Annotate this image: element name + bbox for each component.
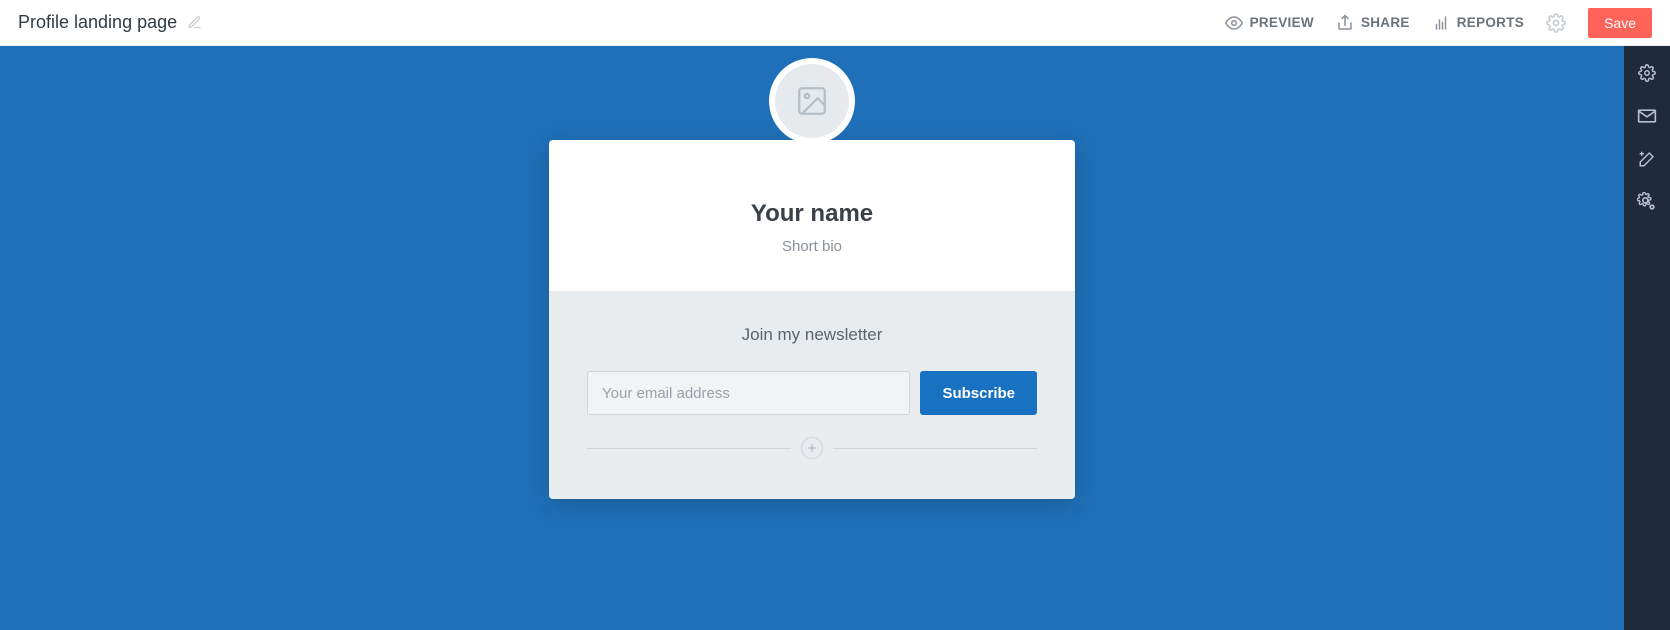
rail-mail-button[interactable] <box>1637 106 1657 126</box>
card-header-section[interactable]: Your name Short bio <box>549 140 1075 291</box>
add-section-row: + <box>587 437 1037 459</box>
rail-settings-button[interactable] <box>1638 64 1656 82</box>
rail-magic-button[interactable] <box>1638 150 1656 168</box>
topbar-right: PREVIEW SHARE REPORTS Save <box>1225 8 1652 38</box>
divider-left <box>587 448 791 449</box>
profile-card-wrap: Your name Short bio Join my newsletter S… <box>549 100 1075 499</box>
gear-icon[interactable] <box>1546 13 1566 33</box>
card-newsletter-section: Join my newsletter Subscribe + <box>549 291 1075 499</box>
profile-name: Your name <box>569 200 1055 228</box>
eye-icon <box>1225 14 1243 32</box>
add-section-button[interactable]: + <box>801 437 823 459</box>
reports-button[interactable]: REPORTS <box>1432 14 1524 32</box>
page-title: Profile landing page <box>18 12 177 33</box>
avatar[interactable] <box>769 58 855 144</box>
newsletter-title: Join my newsletter <box>587 325 1037 345</box>
bar-chart-icon <box>1432 14 1450 32</box>
plus-icon: + <box>808 441 817 456</box>
topbar: Profile landing page PREVIEW SHARE REPOR… <box>0 0 1670 46</box>
preview-button[interactable]: PREVIEW <box>1225 14 1314 32</box>
topbar-left: Profile landing page <box>18 12 1225 33</box>
image-placeholder-icon <box>775 64 849 138</box>
email-field[interactable] <box>587 371 910 415</box>
share-label: SHARE <box>1361 15 1410 30</box>
pencil-icon[interactable] <box>187 15 202 30</box>
reports-label: REPORTS <box>1457 15 1524 30</box>
preview-label: PREVIEW <box>1250 15 1314 30</box>
subscribe-button[interactable]: Subscribe <box>920 371 1037 415</box>
profile-bio: Short bio <box>569 238 1055 255</box>
save-button[interactable]: Save <box>1588 8 1652 38</box>
share-button[interactable]: SHARE <box>1336 14 1410 32</box>
rail-advanced-settings-button[interactable] <box>1637 192 1657 212</box>
workspace: Your name Short bio Join my newsletter S… <box>0 46 1670 630</box>
profile-card: Your name Short bio Join my newsletter S… <box>549 140 1075 499</box>
canvas-area: Your name Short bio Join my newsletter S… <box>0 46 1624 630</box>
right-rail <box>1624 46 1670 630</box>
divider-right <box>833 448 1037 449</box>
share-icon <box>1336 14 1354 32</box>
newsletter-form: Subscribe <box>587 371 1037 415</box>
